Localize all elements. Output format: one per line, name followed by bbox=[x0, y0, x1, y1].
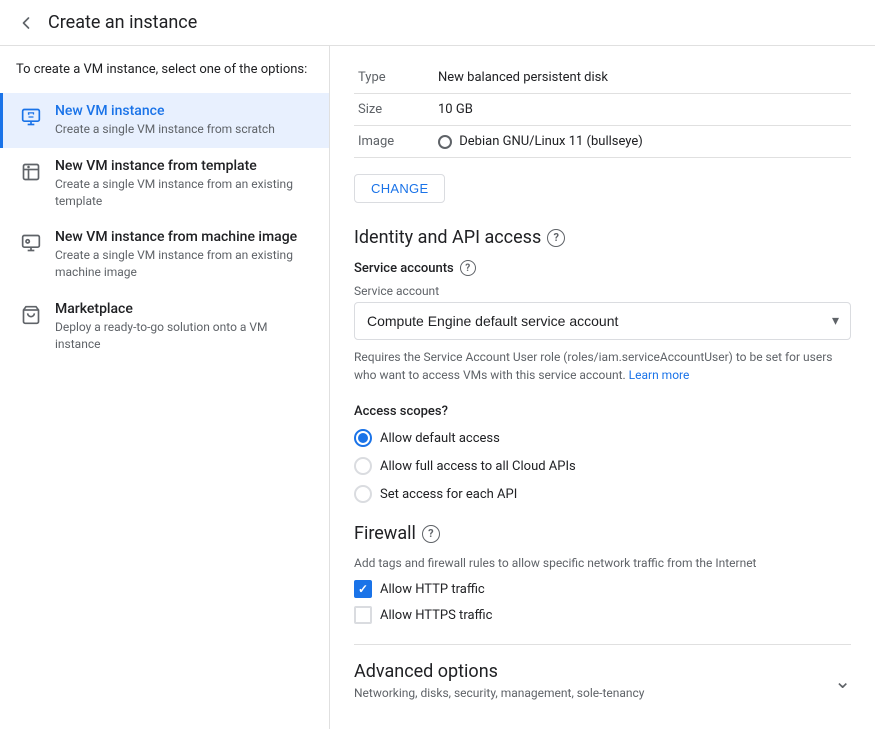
firewall-section-header: Firewall ? bbox=[354, 523, 851, 544]
advanced-header-text: Advanced options Networking, disks, secu… bbox=[354, 661, 644, 700]
sidebar-item-machine-image-title: New VM instance from machine image bbox=[55, 229, 313, 245]
page-title: Create an instance bbox=[48, 12, 197, 33]
template-icon bbox=[19, 160, 43, 184]
sidebar-item-new-vm-desc: Create a single VM instance from scratch bbox=[55, 121, 275, 138]
content-inner: Type New balanced persistent disk Size 1… bbox=[330, 46, 875, 729]
checkbox-http[interactable]: Allow HTTP traffic bbox=[354, 580, 851, 598]
vm-icon bbox=[19, 105, 43, 129]
sidebar-item-template-desc: Create a single VM instance from an exis… bbox=[55, 176, 313, 210]
firewall-description: Add tags and firewall rules to allow spe… bbox=[354, 556, 851, 570]
sidebar-item-machine-image-content: New VM instance from machine image Creat… bbox=[55, 229, 313, 281]
sidebar-item-machine-image[interactable]: New VM instance from machine image Creat… bbox=[0, 219, 329, 291]
service-accounts-help-icon[interactable]: ? bbox=[460, 260, 476, 276]
advanced-section: Advanced options Networking, disks, secu… bbox=[354, 644, 851, 700]
sidebar-item-new-vm-template[interactable]: New VM instance from template Create a s… bbox=[0, 148, 329, 220]
radio-allow-full-circle bbox=[354, 457, 372, 475]
service-accounts-section: Service accounts ? Service account Compu… bbox=[354, 260, 851, 384]
disk-size-row: Size 10 GB bbox=[354, 94, 851, 126]
learn-more-link[interactable]: Learn more bbox=[629, 368, 690, 382]
machine-image-icon bbox=[19, 231, 43, 255]
radio-allow-default-circle bbox=[354, 429, 372, 447]
sidebar-item-template-content: New VM instance from template Create a s… bbox=[55, 158, 313, 210]
radio-allow-default[interactable]: Allow default access bbox=[354, 429, 851, 447]
service-account-field-label: Service account bbox=[354, 284, 851, 298]
checkbox-https-label: Allow HTTPS traffic bbox=[380, 608, 492, 623]
identity-title: Identity and API access bbox=[354, 227, 541, 248]
service-accounts-label: Service accounts ? bbox=[354, 260, 851, 276]
sidebar: To create a VM instance, select one of t… bbox=[0, 46, 330, 729]
checkbox-https[interactable]: Allow HTTPS traffic bbox=[354, 606, 851, 624]
sidebar-item-marketplace-title: Marketplace bbox=[55, 301, 313, 317]
disk-image-label: Image bbox=[354, 126, 434, 158]
header: Create an instance bbox=[0, 0, 875, 46]
back-button[interactable] bbox=[16, 13, 36, 33]
radio-set-access-label: Set access for each API bbox=[380, 487, 517, 502]
sidebar-intro: To create a VM instance, select one of t… bbox=[0, 62, 329, 93]
advanced-section-header[interactable]: Advanced options Networking, disks, secu… bbox=[354, 661, 851, 700]
firewall-section: Firewall ? Add tags and firewall rules t… bbox=[354, 523, 851, 624]
access-scopes-radio-group: Allow default access Allow full access t… bbox=[354, 429, 851, 503]
checkbox-http-box bbox=[354, 580, 372, 598]
radio-allow-default-label: Allow default access bbox=[380, 431, 500, 446]
service-account-select[interactable]: Compute Engine default service account bbox=[354, 302, 851, 340]
disk-type-row: Type New balanced persistent disk bbox=[354, 62, 851, 94]
disk-size-label: Size bbox=[354, 94, 434, 126]
checkbox-http-label: Allow HTTP traffic bbox=[380, 582, 485, 597]
change-button[interactable]: CHANGE bbox=[354, 174, 445, 203]
radio-allow-full[interactable]: Allow full access to all Cloud APIs bbox=[354, 457, 851, 475]
sidebar-item-marketplace[interactable]: Marketplace Deploy a ready-to-go solutio… bbox=[0, 291, 329, 363]
sidebar-item-new-vm-content: New VM instance Create a single VM insta… bbox=[55, 103, 275, 138]
disk-image-row: Image Debian GNU/Linux 11 (bullseye) bbox=[354, 126, 851, 158]
identity-help-icon[interactable]: ? bbox=[547, 229, 565, 247]
sidebar-item-marketplace-content: Marketplace Deploy a ready-to-go solutio… bbox=[55, 301, 313, 353]
radio-set-access-circle bbox=[354, 485, 372, 503]
disk-image-text: Debian GNU/Linux 11 (bullseye) bbox=[459, 134, 643, 149]
access-scopes-help-icon[interactable]: ? bbox=[442, 404, 448, 419]
sidebar-item-machine-image-desc: Create a single VM instance from an exis… bbox=[55, 247, 313, 281]
access-scopes-label: Access scopes ? bbox=[354, 404, 851, 419]
chevron-down-icon: ⌄ bbox=[834, 669, 851, 693]
disk-image-icon bbox=[438, 135, 452, 149]
firewall-help-icon[interactable]: ? bbox=[422, 525, 440, 543]
checkbox-https-box bbox=[354, 606, 372, 624]
disk-type-label: Type bbox=[354, 62, 434, 94]
content-area: Type New balanced persistent disk Size 1… bbox=[330, 46, 875, 729]
advanced-desc: Networking, disks, security, management,… bbox=[354, 686, 644, 700]
marketplace-icon bbox=[19, 303, 43, 327]
sidebar-item-new-vm-title: New VM instance bbox=[55, 103, 275, 119]
radio-allow-full-label: Allow full access to all Cloud APIs bbox=[380, 459, 576, 474]
disk-type-value: New balanced persistent disk bbox=[434, 62, 851, 94]
main-layout: To create a VM instance, select one of t… bbox=[0, 46, 875, 729]
identity-section-header: Identity and API access ? bbox=[354, 227, 851, 248]
radio-set-access[interactable]: Set access for each API bbox=[354, 485, 851, 503]
firewall-title: Firewall bbox=[354, 523, 416, 544]
advanced-title: Advanced options bbox=[354, 661, 644, 682]
access-scopes-section: Access scopes ? Allow default access All… bbox=[354, 404, 851, 503]
disk-image-value: Debian GNU/Linux 11 (bullseye) bbox=[434, 126, 851, 158]
disk-size-value: 10 GB bbox=[434, 94, 851, 126]
service-account-help-text: Requires the Service Account User role (… bbox=[354, 348, 851, 384]
service-account-select-wrapper: Compute Engine default service account ▾ bbox=[354, 302, 851, 340]
disk-info-table: Type New balanced persistent disk Size 1… bbox=[354, 62, 851, 158]
sidebar-item-marketplace-desc: Deploy a ready-to-go solution onto a VM … bbox=[55, 319, 313, 353]
sidebar-item-new-vm[interactable]: New VM instance Create a single VM insta… bbox=[0, 93, 329, 148]
sidebar-item-template-title: New VM instance from template bbox=[55, 158, 313, 174]
